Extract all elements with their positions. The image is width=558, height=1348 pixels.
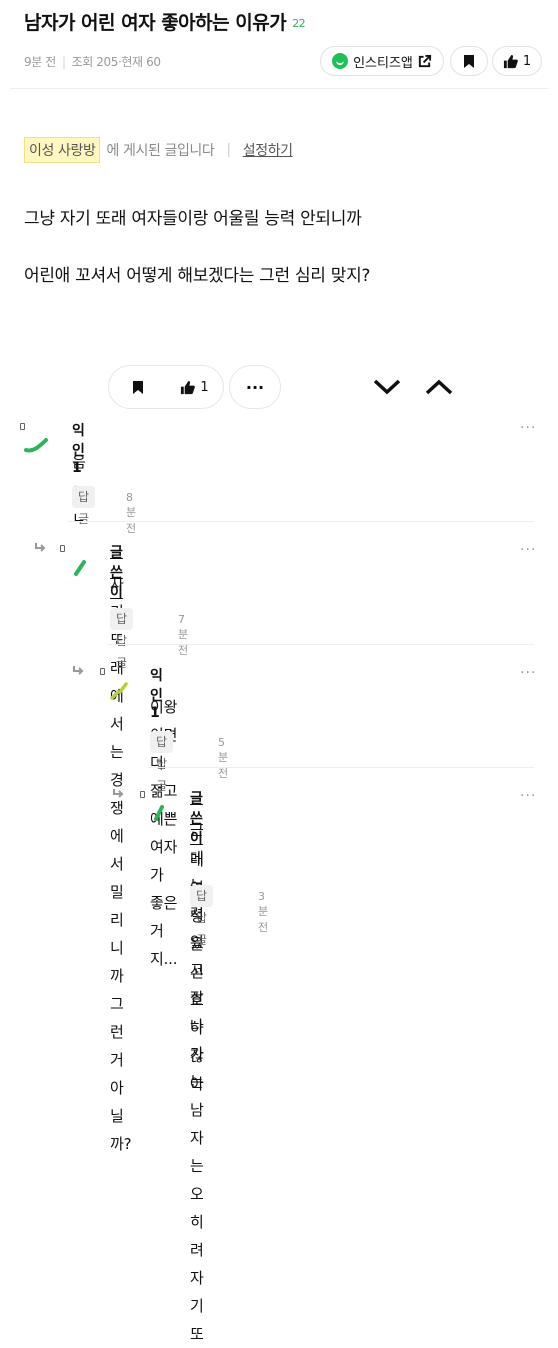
post-time: 9분 전 <box>24 55 56 69</box>
comment-menu-icon[interactable]: ··· <box>520 788 536 804</box>
more-dots-icon: ··· <box>245 377 265 397</box>
chevron-down-icon[interactable] <box>372 377 402 397</box>
post-body-line-2: 어린애 꼬셔서 어떻게 해보겠다는 그런 심리 맞지? <box>24 266 371 286</box>
reply-button[interactable]: 답답글 <box>110 608 134 670</box>
reply-button[interactable]: 답답글 <box>190 885 214 947</box>
comment-count[interactable]: 22 <box>292 17 306 30</box>
settings-link[interactable]: 설정하기 <box>243 140 293 160</box>
more-button[interactable]: ··· <box>229 365 281 409</box>
external-link-icon <box>418 54 431 67</box>
board-suffix: 에 게시된 글입니다 <box>106 143 215 159</box>
current-count: 현재 60 <box>121 55 161 69</box>
bookmark-icon <box>132 380 143 394</box>
post-title: 남자가 어린 여자 좋아하는 이유가 22 <box>24 8 306 35</box>
comment-time: 3분전 <box>258 890 269 934</box>
post-action-group: 1 <box>108 365 224 409</box>
post-body-line-1: 그냥 자기 또래 여자들이랑 어울릴 능력 안되니까 <box>24 209 362 229</box>
thumbs-up-icon <box>503 54 518 68</box>
comment-time: 7분전 <box>178 613 189 657</box>
board-name[interactable]: 이성 사랑방 <box>24 137 101 163</box>
view-count: 조회 205 <box>71 55 119 69</box>
app-logo-icon <box>332 53 349 69</box>
bookmark-icon <box>464 54 474 68</box>
avatar <box>154 805 164 821</box>
board-divider: | <box>226 142 231 158</box>
comment-divider <box>108 644 534 645</box>
comment-divider <box>148 767 534 768</box>
header-divider <box>10 88 548 89</box>
pin-icon <box>60 545 65 552</box>
comment-menu-icon[interactable]: ··· <box>520 420 536 436</box>
pin-icon <box>20 423 25 430</box>
like-count: 1 <box>522 53 532 69</box>
like-button[interactable]: 1 <box>492 46 542 76</box>
app-button-label: 인스티즈앱 <box>353 55 413 71</box>
pin-icon <box>100 668 105 675</box>
thumbs-up-icon <box>181 380 196 394</box>
avatar <box>74 560 86 576</box>
action-like-button[interactable]: 1 <box>166 380 223 395</box>
comment-divider <box>68 521 534 522</box>
board-info: 이성 사랑방 에 게시된 글입니다 | 설정하기 <box>24 137 293 163</box>
bookmark-button[interactable] <box>450 46 488 76</box>
reply-button[interactable]: 답답글 <box>150 731 174 793</box>
comment-time: 5분전 <box>218 736 229 780</box>
avatar <box>110 682 128 700</box>
reply-arrow-icon <box>73 666 84 675</box>
app-button[interactable]: 인스티즈앱 <box>320 46 444 76</box>
chevron-up-icon[interactable] <box>424 377 454 397</box>
reply-button[interactable]: 답글 <box>72 486 96 526</box>
meta-divider: | <box>61 55 66 69</box>
comment-text-line-2: 래 여성을 선호하잖아 <box>190 851 204 1093</box>
comment-menu-icon[interactable]: ··· <box>520 665 536 681</box>
pin-icon <box>140 791 145 798</box>
comment-menu-icon[interactable]: ··· <box>520 542 536 558</box>
post-meta: 9분 전 | 조회 205·현재 60 <box>24 53 161 70</box>
action-bookmark-button[interactable] <box>109 380 166 395</box>
action-like-count: 1 <box>200 379 209 395</box>
reply-arrow-icon <box>113 789 124 798</box>
post-title-text: 남자가 어린 여자 좋아하는 이유가 <box>24 12 287 34</box>
reply-arrow-icon <box>35 543 46 552</box>
comment-time: 8분전 <box>126 491 137 535</box>
avatar <box>24 438 48 453</box>
